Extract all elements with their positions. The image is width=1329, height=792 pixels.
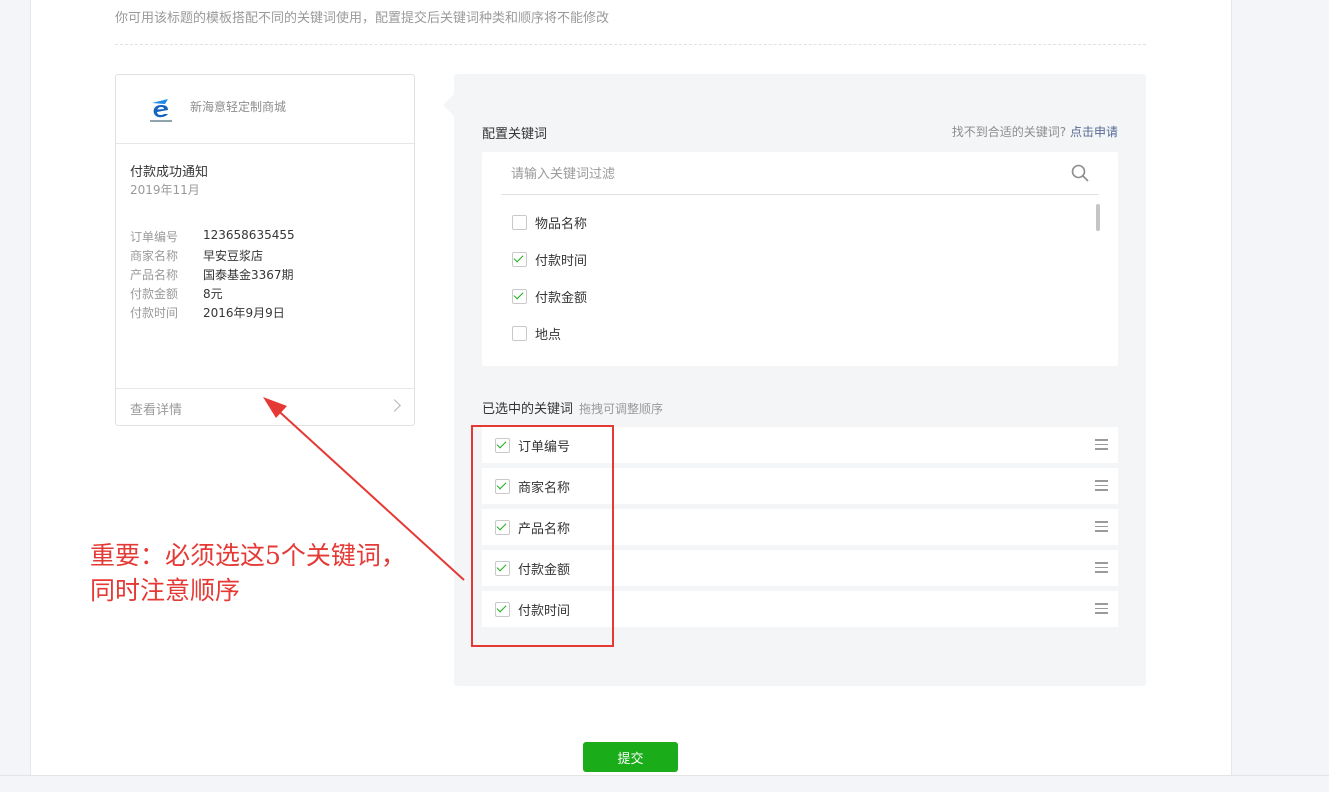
card-date: 2019年11月 (130, 183, 200, 197)
chevron-right-icon (388, 399, 401, 412)
field-row: 订单编号 123658635455 (130, 228, 295, 247)
field-row: 付款金额 8元 (130, 285, 295, 304)
field-value: 123658635455 (203, 228, 295, 242)
bottom-bar (0, 775, 1329, 792)
filter-bar (501, 160, 1099, 195)
field-key: 付款金额 (130, 287, 179, 301)
field-row: 产品名称 国泰基金3367期 (130, 266, 295, 285)
field-value: 2016年9月9日 (203, 306, 285, 320)
brand-name: 新海意轻定制商城 (190, 100, 287, 114)
drag-handle-icon[interactable] (1095, 521, 1108, 532)
hint-text: 你可用该标题的模板搭配不同的关键词使用，配置提交后关键词种类和顺序将不能修改 (115, 11, 610, 26)
brand-logo-icon (150, 99, 172, 122)
annotation-highlight-box (471, 425, 614, 647)
drag-handle-icon[interactable] (1095, 439, 1108, 450)
keyword-option[interactable]: 地点 (512, 315, 587, 352)
selected-label-text: 已选中的关键词 (482, 402, 574, 417)
keyword-option-label: 付款时间 (535, 254, 588, 269)
field-key: 商家名称 (130, 249, 179, 263)
keyword-option[interactable]: 付款时间 (512, 241, 587, 278)
keyword-option[interactable]: 物品名称 (512, 204, 587, 241)
card-title: 付款成功通知 (130, 165, 209, 180)
checkbox[interactable] (512, 326, 527, 341)
drag-hint: 拖拽可调整顺序 (579, 402, 664, 416)
annotation-line-1: 重要：必须选这5个关键词， (90, 541, 406, 570)
selected-keywords-label: 已选中的关键词 拖拽可调整顺序 (482, 398, 663, 417)
keyword-options-box: 物品名称 付款时间 付款金额 地点 (482, 152, 1118, 366)
drag-handle-icon[interactable] (1095, 562, 1108, 573)
field-key: 付款时间 (130, 306, 179, 320)
checkbox[interactable] (512, 215, 527, 230)
checkbox-checked[interactable] (512, 289, 527, 304)
apply-hint: 找不到合适的关键词? 点击申请 (952, 123, 1118, 140)
panel-pointer (443, 94, 454, 116)
field-value: 国泰基金3367期 (203, 268, 294, 282)
field-key: 订单编号 (130, 230, 179, 244)
card-header: 新海意轻定制商城 (116, 75, 414, 144)
keyword-option[interactable]: 付款金额 (512, 278, 587, 315)
field-key: 产品名称 (130, 268, 179, 282)
field-row: 商家名称 早安豆浆店 (130, 247, 295, 266)
submit-button[interactable]: 提交 (583, 742, 678, 772)
field-value: 8元 (203, 287, 223, 301)
field-value: 早安豆浆店 (203, 249, 264, 263)
card-fields: 订单编号 123658635455 商家名称 早安豆浆店 产品名称 国泰基金3367期… (130, 228, 295, 323)
keyword-option-label: 付款金额 (535, 291, 588, 306)
apply-prefix: 找不到合适的关键词? (951, 125, 1067, 139)
search-icon[interactable] (1071, 164, 1089, 182)
field-row: 付款时间 2016年9月9日 (130, 304, 295, 323)
divider (115, 44, 1146, 45)
config-keywords-label: 配置关键词 (482, 127, 548, 142)
checkbox-checked[interactable] (512, 252, 527, 267)
message-preview-card: 新海意轻定制商城 付款成功通知 2019年11月 订单编号 12365863545… (115, 74, 415, 426)
apply-link[interactable]: 点击申请 (1070, 125, 1118, 139)
keyword-option-label: 地点 (535, 328, 562, 343)
list-scrollbar[interactable] (1096, 204, 1100, 231)
annotation-line-2: 同时注意顺序 (90, 576, 241, 605)
annotation-note: 重要：必须选这5个关键词， 同时注意顺序 (90, 538, 450, 608)
keyword-option-label: 物品名称 (535, 217, 588, 232)
drag-handle-icon[interactable] (1095, 603, 1108, 614)
view-details-label: 查看详情 (130, 403, 183, 418)
keyword-filter-input[interactable] (509, 166, 1053, 183)
keyword-option-list: 物品名称 付款时间 付款金额 地点 (512, 204, 587, 352)
drag-handle-icon[interactable] (1095, 480, 1108, 491)
view-details-link[interactable]: 查看详情 (116, 388, 414, 426)
